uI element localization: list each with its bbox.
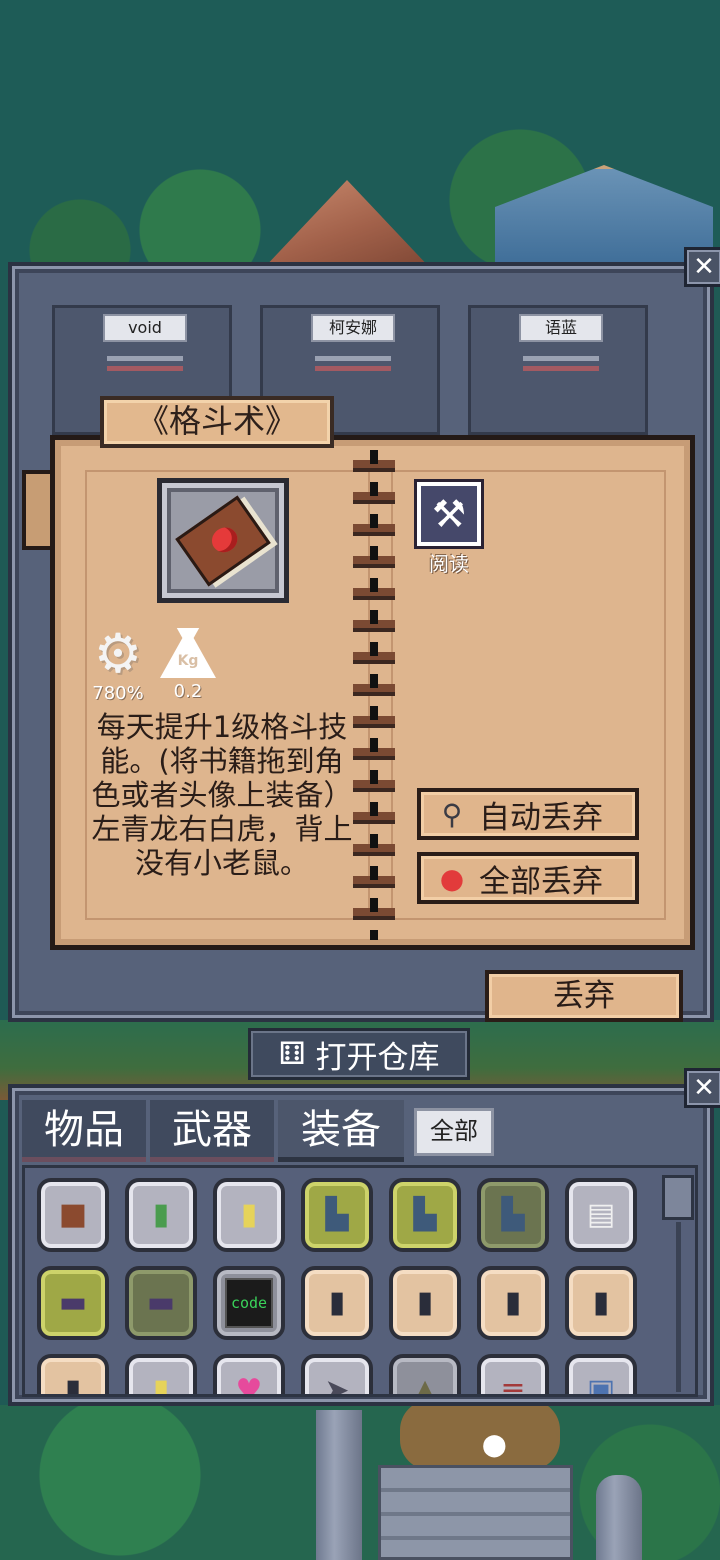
- code-book-icon: code: [224, 1278, 274, 1328]
- close-icon[interactable]: ✕: [684, 1068, 720, 1108]
- book-description: 每天提升1级格斗技能。(将书籍拖到角色或者头像上装备）左青龙右白虎，背上没有小老…: [91, 710, 353, 880]
- inventory-slot[interactable]: ▙: [389, 1178, 461, 1252]
- inventory-slot[interactable]: ▙: [477, 1178, 549, 1252]
- weight-value: 0.2: [173, 681, 203, 702]
- book-icon: ■: [58, 1197, 88, 1232]
- book-stack-icon: ≡: [500, 1373, 526, 1397]
- cursor-book-icon: ➤: [324, 1373, 350, 1397]
- tab-weapons[interactable]: 武器: [150, 1100, 274, 1162]
- jacket-icon: ▲: [413, 1373, 437, 1397]
- inventory-slot[interactable]: ▲: [389, 1354, 461, 1397]
- read-label[interactable]: 阅读: [417, 548, 481, 577]
- tab-items[interactable]: 物品: [22, 1100, 146, 1162]
- stone-pillar: [596, 1475, 642, 1560]
- blue-book-icon: ▣: [586, 1373, 616, 1397]
- inventory-slot[interactable]: ▮: [301, 1266, 373, 1340]
- weight-stat: Kg 0.2: [157, 628, 219, 702]
- shoes-icon: ▬: [146, 1285, 176, 1320]
- character-bar: [315, 366, 391, 371]
- durability-stat: ⚙ 780%: [85, 624, 151, 704]
- dark-pants-icon: ▮: [328, 1285, 346, 1320]
- inventory-slot[interactable]: ▮: [37, 1354, 109, 1397]
- stone-pillar: [316, 1410, 362, 1560]
- green-book-icon: ▮: [152, 1197, 170, 1232]
- inventory-slot[interactable]: ▬: [125, 1266, 197, 1340]
- open-warehouse-label: 打开仓库: [315, 1039, 440, 1076]
- character-name: 语蓝: [519, 314, 603, 342]
- durability-value: 780%: [92, 683, 144, 704]
- scrollbar-handle[interactable]: [662, 1175, 694, 1220]
- close-icon[interactable]: ✕: [684, 247, 720, 287]
- inventory-slot[interactable]: ▬: [37, 1266, 109, 1340]
- auto-discard-label: 自动丢弃: [479, 799, 603, 836]
- filter-all-button[interactable]: 全部: [414, 1108, 494, 1156]
- dark-pants-icon: ▮: [64, 1373, 82, 1397]
- inventory-slot[interactable]: ▮: [213, 1178, 285, 1252]
- item-portrait: [157, 478, 289, 603]
- inventory-grid[interactable]: ■ ▮ ▮ ▙ ▙ ▙ ▤ ▬ ▬ code ▮ ▮ ▮ ▮ ▮ ▮ ♥ ➤ ▲…: [22, 1165, 698, 1397]
- inventory-slot[interactable]: ▣: [565, 1354, 637, 1397]
- discard-all-button[interactable]: ● 全部丢弃: [417, 852, 639, 904]
- spatula-book-icon: ▮: [152, 1373, 170, 1397]
- character-slot[interactable]: 语蓝: [468, 305, 648, 435]
- inventory-slot[interactable]: ▙: [301, 1178, 373, 1252]
- dark-pants-icon: ▮: [504, 1285, 522, 1320]
- scroll-track: [676, 1222, 681, 1392]
- inventory-slot[interactable]: ■: [37, 1178, 109, 1252]
- inventory-slot[interactable]: ▤: [565, 1178, 637, 1252]
- character-bar: [523, 356, 599, 361]
- fighting-book-icon: [175, 494, 271, 587]
- character-bar: [523, 366, 599, 371]
- character-bar: [107, 356, 183, 361]
- location-pin-icon[interactable]: ⬤: [482, 1433, 507, 1458]
- dice-icon: ⚅: [278, 1036, 306, 1072]
- inventory-slot[interactable]: ▮: [477, 1266, 549, 1340]
- character-name: void: [103, 314, 187, 342]
- book-title: 《格斗术》: [100, 396, 334, 448]
- inventory-slot[interactable]: ▮: [125, 1178, 197, 1252]
- knife-icon: ⚲: [441, 797, 463, 831]
- skill-book: ⚙ 780% Kg 0.2 每天提升1级格斗技能。(将书籍拖到角色或者头像上装备…: [50, 435, 695, 950]
- discard-button[interactable]: 丢弃: [485, 970, 683, 1022]
- character-bar: [107, 366, 183, 371]
- book-spine: [353, 450, 395, 940]
- pants-icon: ▙: [413, 1197, 437, 1232]
- inventory-slot[interactable]: ≡: [477, 1354, 549, 1397]
- inventory-slot[interactable]: ▮: [389, 1266, 461, 1340]
- inventory-slot[interactable]: ♥: [213, 1354, 285, 1397]
- character-bar: [315, 356, 391, 361]
- character-name: 柯安娜: [311, 314, 395, 342]
- paper-icon: ▤: [586, 1197, 616, 1232]
- red-face-icon: ●: [439, 861, 465, 895]
- shoes-icon: ▬: [58, 1285, 88, 1320]
- dirt-patch: [400, 1400, 560, 1470]
- gear-wrench-icon: ⚙: [93, 622, 143, 685]
- stone-stairs: [378, 1465, 573, 1560]
- tab-equipment[interactable]: 装备: [278, 1100, 404, 1162]
- dark-pants-icon: ▮: [592, 1285, 610, 1320]
- yellow-book-icon: ▮: [240, 1197, 258, 1232]
- inventory-slot[interactable]: ▮: [565, 1266, 637, 1340]
- read-axe-icon[interactable]: ⚒: [414, 479, 484, 549]
- inventory-slot[interactable]: ▮: [125, 1354, 197, 1397]
- auto-discard-button[interactable]: ⚲ 自动丢弃: [417, 788, 639, 840]
- inventory-slot[interactable]: code: [213, 1266, 285, 1340]
- discard-all-label: 全部丢弃: [479, 863, 603, 900]
- pants-icon: ▙: [325, 1197, 349, 1232]
- pants-icon: ▙: [501, 1197, 525, 1232]
- inventory-slot[interactable]: ➤: [301, 1354, 373, 1397]
- open-warehouse-button[interactable]: ⚅ 打开仓库: [248, 1028, 470, 1080]
- weight-icon: Kg: [160, 628, 216, 678]
- dark-pants-icon: ▮: [416, 1285, 434, 1320]
- heart-book-icon: ♥: [235, 1373, 263, 1397]
